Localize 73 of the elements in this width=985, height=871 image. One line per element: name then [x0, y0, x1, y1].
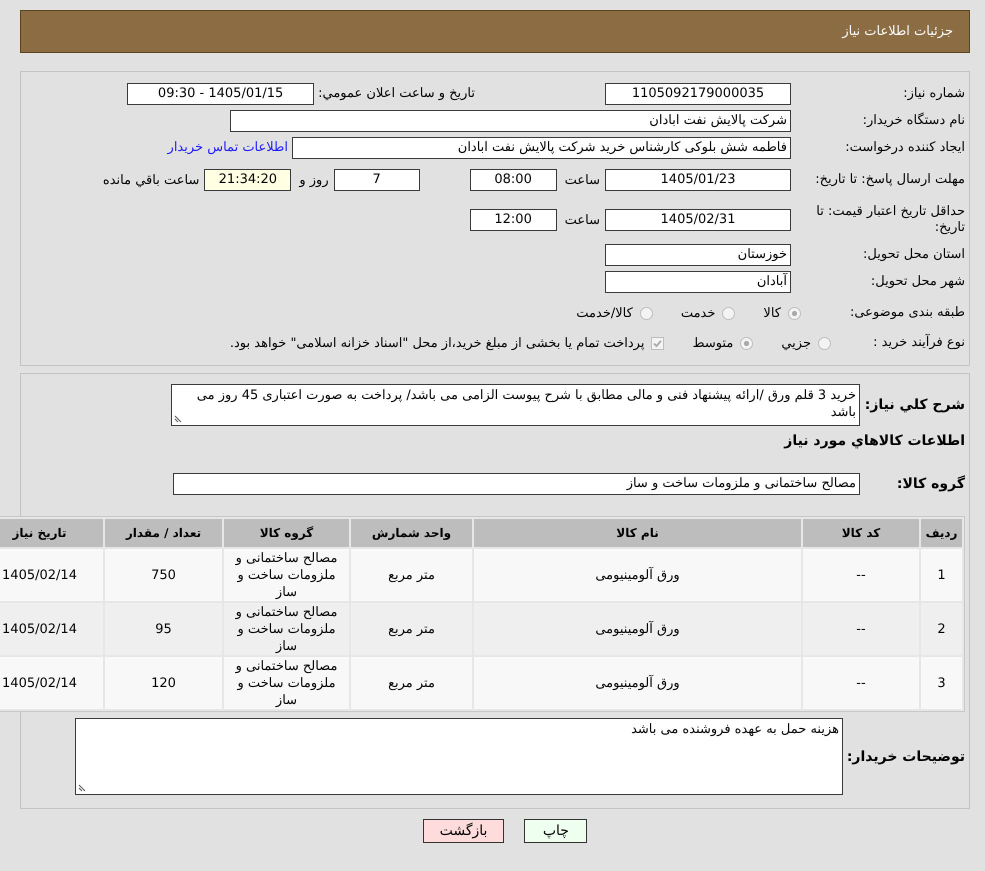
field-label: توضیحات خریدار: [846, 748, 965, 764]
table-cell: مصالح ساختمانی و ملزومات ساخت و ساز [224, 603, 349, 655]
remaining-time-field[interactable]: 21:34:20 [204, 169, 292, 191]
deadline-time-field[interactable]: 08:00 [470, 169, 557, 191]
field-label: روز و [299, 172, 329, 188]
column-header: نام کالا [474, 519, 801, 547]
table-cell: 750 [105, 549, 222, 601]
column-header: تعداد / مقدار [105, 519, 222, 547]
requester-field[interactable]: فاطمه شش بلوکی کارشناس خرید شرکت پالایش نفت ابادان [292, 136, 791, 158]
days-field[interactable]: 7 [334, 169, 420, 191]
option-label: متوسط [692, 336, 734, 350]
option-label: کالا [763, 306, 781, 320]
table-cell: متر مربع [351, 657, 472, 709]
city-field[interactable]: آبادان [605, 271, 791, 293]
column-header: ردیف [921, 519, 962, 547]
option-label: خدمت [680, 306, 716, 320]
column-header: گروه کالا [224, 519, 349, 547]
notes-field[interactable]: هزینه حمل به عهده فروشنده می باشد [75, 718, 843, 795]
field-label: تاریخ و ساعت اعلان عمومي: [318, 86, 475, 101]
buyer-organization-field[interactable]: شرکت پالایش نفت ابادان [230, 110, 791, 132]
table-cell: ورق آلومینیومی [474, 603, 801, 655]
buyer-contact-link[interactable]: اطلاعات تماس خریدار [168, 140, 288, 155]
field-label: شهر محل تحویل: [870, 274, 965, 290]
table-cell: -- [803, 657, 919, 709]
print-button[interactable]: چاپ [524, 819, 588, 843]
table-cell: 120 [105, 657, 222, 709]
resize-grip-icon[interactable] [174, 415, 182, 423]
field-label: ایجاد کننده درخواست: [844, 140, 965, 156]
table-cell: 1405/02/14 [0, 603, 103, 655]
deadline-date-field[interactable]: 1405/01/23 [605, 169, 791, 191]
field-label: استان محل تحویل: [862, 247, 965, 263]
table-cell: ورق آلومینیومی [474, 549, 801, 601]
need-number-field[interactable]: 1105092179000035 [605, 82, 791, 104]
table-cell: متر مربع [351, 603, 472, 655]
field-label: گروه کالا: [896, 476, 965, 492]
field-label: مهلت ارسال پاسخ: تا تاریخ: [814, 172, 965, 188]
back-button[interactable]: بازگشت [422, 819, 504, 843]
field-label: نوع فرآیند خرید : [872, 335, 965, 351]
column-header: تاریخ نیاز [0, 519, 103, 547]
table-cell: 3 [921, 657, 962, 709]
table-cell: مصالح ساختمانی و ملزومات ساخت و ساز [224, 549, 349, 601]
field-label: ساعت [564, 172, 600, 188]
field-label: حداقل تاریخ اعتبار قیمت: تا تاریخ: [815, 204, 965, 236]
announcement-date-field[interactable]: 1405/01/15 - 09:30 [127, 82, 314, 104]
field-label: ساعت باقي مانده [102, 172, 200, 188]
table-cell: مصالح ساختمانی و ملزومات ساخت و ساز [224, 657, 349, 709]
description-field[interactable]: خرید 3 قلم ورق /ارائه پیشنهاد فنی و مالی مطابق با شرح پیوست الزامی می باشد/ پرداخت به صورت اعتباری 45 روز می باشد [171, 384, 860, 426]
goods-group-field[interactable]: مصالح ساختمانی و ملزومات ساخت و ساز [173, 473, 860, 495]
field-label: شماره نیاز: [902, 86, 965, 102]
option-label: جزيي [781, 336, 811, 350]
section-heading: اطلاعات کالاهاي مورد نیاز [782, 432, 965, 451]
table-cell: 2 [921, 603, 962, 655]
validity-date-field[interactable]: 1405/02/31 [605, 209, 791, 231]
checkbox-label: پرداخت تمام یا بخشی از مبلغ خرید،از محل "اسناد خزانه اسلامی" خواهد بود. [230, 336, 644, 350]
table-cell: 95 [105, 603, 222, 655]
field-label: شرح کلي نیاز: [864, 397, 965, 413]
province-field[interactable]: خوزستان [605, 244, 791, 266]
table-cell: ورق آلومینیومی [474, 657, 801, 709]
table-cell: 1 [921, 549, 962, 601]
field-label: نام دستگاه خریدار: [862, 112, 965, 128]
column-header: کد کالا [803, 519, 919, 547]
table-cell: 1405/02/14 [0, 549, 103, 601]
resize-grip-icon[interactable] [78, 784, 86, 792]
option-label: کالا/خدمت [576, 306, 633, 320]
table-cell: -- [803, 603, 919, 655]
column-header: واحد شمارش [351, 519, 472, 547]
field-label: طبقه بندی موضوعی: [848, 305, 965, 321]
validity-time-field[interactable]: 12:00 [470, 209, 557, 231]
field-label: ساعت [564, 212, 600, 228]
page-title: جزئیات اطلاعات نیاز [842, 24, 953, 39]
table-cell: 1405/02/14 [0, 657, 103, 709]
table-cell: -- [803, 549, 919, 601]
table-cell: متر مربع [351, 549, 472, 601]
